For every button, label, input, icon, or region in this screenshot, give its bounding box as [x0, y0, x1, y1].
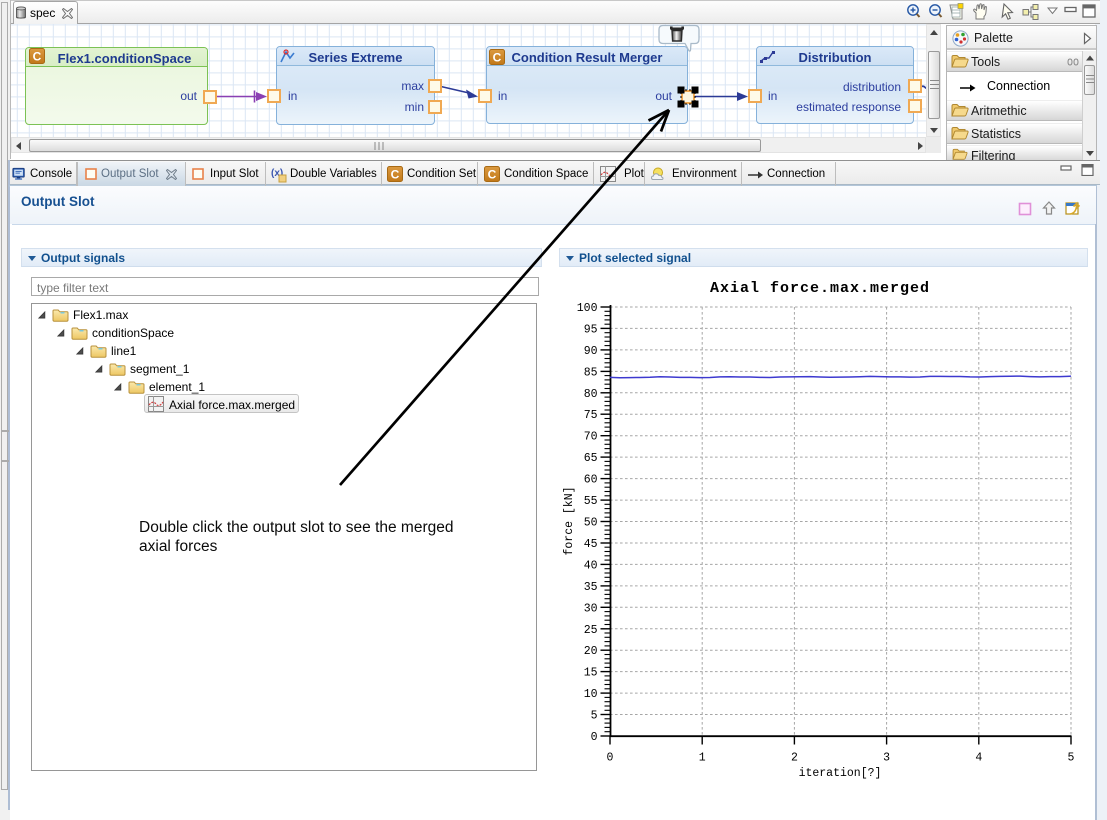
svg-text:C: C — [488, 168, 497, 182]
svg-text:C: C — [391, 168, 400, 182]
